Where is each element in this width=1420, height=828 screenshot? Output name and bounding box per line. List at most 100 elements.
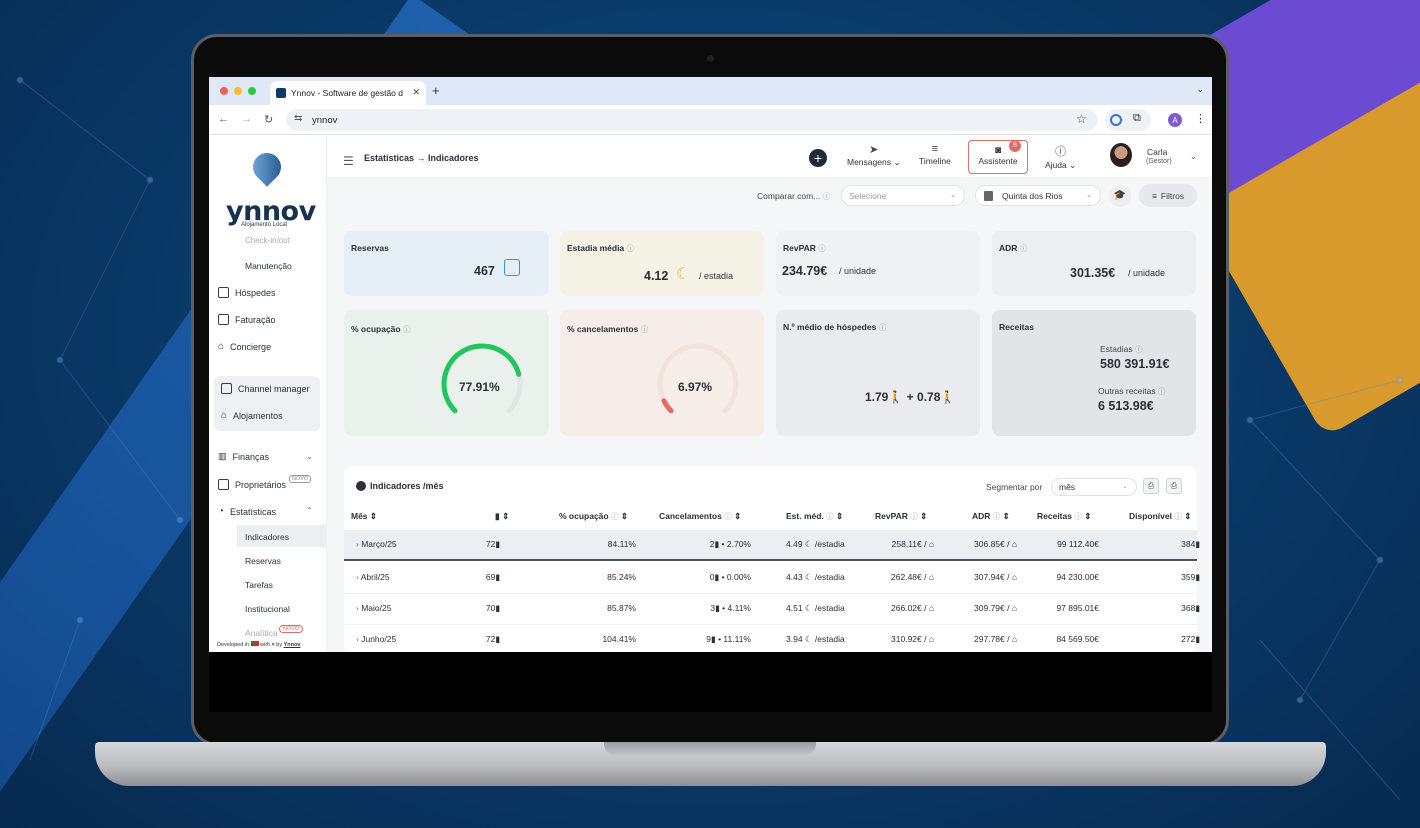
segment-select[interactable]: mês ⌄ bbox=[1051, 478, 1137, 496]
browser-tab[interactable]: Ynnov - Software de gestão d ✕ bbox=[270, 81, 426, 105]
sidebar-item-hospedes[interactable]: Hóspedes bbox=[218, 287, 276, 298]
new-tab-icon[interactable]: + bbox=[432, 83, 440, 98]
table-title-text: Indicadores /mês bbox=[370, 481, 444, 491]
sliders-icon: ≡ bbox=[1151, 190, 1157, 201]
help-label: Ajuda bbox=[1045, 160, 1067, 170]
browser-profile-avatar[interactable]: A bbox=[1168, 113, 1182, 127]
column-header-ocupacao[interactable]: % ocupação ⓘ ⇕ bbox=[559, 511, 628, 522]
sidebar-item-alojamentos[interactable]: ⌂ Alojamentos bbox=[221, 410, 283, 421]
home-icon: ⌂ bbox=[1011, 572, 1017, 582]
table-cell: 359▮ bbox=[1181, 572, 1200, 583]
sidebar-item-reservas[interactable]: Reservas bbox=[245, 556, 281, 566]
column-header-mes[interactable]: Mês ⇕ bbox=[351, 511, 377, 522]
expand-chevron-icon[interactable]: › bbox=[356, 539, 359, 549]
export-excel-button[interactable]: ⎙ bbox=[1166, 478, 1182, 494]
user-name[interactable]: Carla bbox=[1147, 147, 1167, 157]
expand-chevron-icon[interactable]: › bbox=[356, 634, 359, 644]
column-header-revpar[interactable]: RevPAR ⓘ ⇕ bbox=[875, 511, 927, 522]
cell-mes: Junho/25 bbox=[361, 634, 397, 644]
column-header-adr[interactable]: ADR ⓘ ⇕ bbox=[972, 511, 1010, 522]
table-title: Indicadores /mês bbox=[356, 481, 444, 491]
kpi-title: Estadia média ⓘ bbox=[567, 243, 634, 254]
sidebar-item-faturacao[interactable]: Faturação bbox=[218, 314, 276, 325]
minimize-window-button[interactable] bbox=[234, 87, 242, 95]
cell-reservas: 72 bbox=[485, 539, 496, 549]
table-cell: 368▮ bbox=[1181, 603, 1200, 614]
info-icon: ⓘ bbox=[402, 325, 411, 334]
sidebar-item-checkinout[interactable]: Check-in/out bbox=[245, 236, 290, 244]
sort-icon: ⇕ bbox=[369, 511, 378, 521]
table-cell: 84 569.50€ bbox=[1056, 634, 1099, 644]
luggage-icon: ▮ bbox=[714, 539, 720, 549]
sidebar-item-financas[interactable]: ▥ Finanças bbox=[218, 451, 269, 462]
moon-stars-icon: ☾ bbox=[676, 266, 691, 283]
timeline-icon: ≡ bbox=[931, 143, 939, 155]
add-button[interactable]: + bbox=[809, 149, 827, 167]
sidebar-item-analitica[interactable]: Analítica bbox=[245, 628, 278, 638]
extensions-puzzle-icon[interactable]: ⧉ bbox=[1133, 112, 1141, 125]
help-button[interactable]: ⓘ Ajuda ⌄ bbox=[1045, 143, 1076, 171]
tab-list-chevron-icon[interactable]: ⌄ bbox=[1196, 84, 1204, 95]
menu-toggle-icon[interactable]: ☰ bbox=[343, 154, 354, 168]
cell-reservas: 69 bbox=[485, 572, 496, 582]
close-tab-icon[interactable]: ✕ bbox=[412, 87, 420, 98]
compare-select[interactable]: Selecione ⌄ bbox=[841, 185, 965, 206]
filters-button[interactable]: ≡ Filtros bbox=[1139, 184, 1197, 207]
sidebar-item-channel-manager[interactable]: Channel manager bbox=[221, 383, 310, 394]
forward-icon[interactable]: → bbox=[241, 113, 252, 125]
table-cell: 72▮ bbox=[486, 634, 500, 645]
expand-chevron-icon[interactable]: › bbox=[356, 572, 359, 582]
sort-icon: ⇕ bbox=[836, 511, 844, 521]
user-avatar[interactable] bbox=[1110, 143, 1132, 167]
sidebar-item-manutencao[interactable]: Manutenção bbox=[245, 261, 292, 271]
footer-brand-link[interactable]: Ynnov bbox=[284, 642, 301, 648]
sidebar-item-tarefas[interactable]: Tarefas bbox=[245, 580, 273, 590]
close-window-button[interactable] bbox=[220, 87, 228, 95]
column-header-reservas[interactable]: ▮ ⇕ bbox=[495, 511, 509, 522]
sidebar-item-estatisticas[interactable]: ◔ Estatísticas bbox=[218, 506, 276, 517]
reload-icon[interactable]: ↻ bbox=[264, 113, 273, 126]
new-badge: NOVO bbox=[279, 625, 304, 633]
sidebar-item-concierge[interactable]: ⌂ Concierge bbox=[218, 341, 271, 352]
kpi-value: 234.79€ bbox=[782, 264, 828, 278]
luggage-icon: ▮ bbox=[495, 572, 500, 582]
chevron-down-icon[interactable]: ⌄ bbox=[306, 452, 313, 461]
table-cell: 3.94 ☾ /estadia bbox=[786, 634, 845, 645]
bookmark-star-icon[interactable]: ☆ bbox=[1076, 112, 1087, 126]
column-header-cancelamentos[interactable]: Cancelamentos ⓘ ⇕ bbox=[659, 511, 741, 522]
url-bar[interactable]: ynnov bbox=[286, 109, 1098, 131]
browser-menu-icon[interactable]: ⋮ bbox=[1195, 112, 1206, 125]
expand-chevron-icon[interactable]: › bbox=[356, 603, 359, 613]
disponivel-icon: ▮ bbox=[1195, 603, 1200, 613]
sort-icon: ⇕ bbox=[1084, 511, 1092, 521]
table-cell: 309.79€ / ⌂ bbox=[974, 603, 1017, 613]
export-pdf-button[interactable]: ⎙ bbox=[1143, 478, 1159, 494]
sidebar-item-indicadores[interactable]: Indicadores bbox=[245, 532, 289, 542]
property-select-value: Quinta dos Rios bbox=[1002, 190, 1063, 201]
cell-disponivel: 359 bbox=[1181, 572, 1196, 582]
column-header-label: Mês bbox=[351, 511, 368, 521]
chevron-up-icon[interactable]: ⌃ bbox=[306, 506, 313, 515]
graduation-cap-button[interactable]: 🎓 bbox=[1109, 185, 1131, 207]
column-header-label: Receitas bbox=[1037, 511, 1072, 521]
column-header-receitas[interactable]: Receitas ⓘ ⇕ bbox=[1037, 511, 1091, 522]
maximize-window-button[interactable] bbox=[248, 87, 256, 95]
luggage-icon bbox=[504, 259, 520, 276]
user-menu-chevron-icon[interactable]: ⌄ bbox=[1190, 152, 1197, 161]
table-cell: 97 895.01€ bbox=[1056, 603, 1099, 613]
back-icon[interactable]: ← bbox=[218, 113, 229, 125]
info-dot-icon bbox=[356, 481, 366, 491]
sidebar-item-proprietarios[interactable]: Proprietários bbox=[218, 479, 286, 490]
property-select[interactable]: Quinta dos Rios ⌄ bbox=[975, 185, 1101, 206]
site-settings-icon[interactable]: ⇆ bbox=[294, 113, 302, 124]
column-header-est-med[interactable]: Est. méd. ⓘ ⇕ bbox=[786, 511, 843, 522]
luggage-icon: ▮ bbox=[715, 603, 720, 613]
sidebar-item-label: Concierge bbox=[230, 341, 272, 352]
compare-label-text: Comparar com... bbox=[757, 191, 821, 201]
sidebar-item-institucional[interactable]: Institucional bbox=[245, 604, 290, 614]
timeline-button[interactable]: ≡ Timeline bbox=[919, 143, 951, 166]
table-cell: › Março/25 bbox=[356, 539, 397, 549]
extension-icon[interactable] bbox=[1110, 114, 1122, 126]
column-header-disponivel[interactable]: Disponível ⓘ ⇕ bbox=[1129, 511, 1191, 522]
messages-button[interactable]: ➤ Mensagens ⌄ bbox=[847, 143, 900, 168]
